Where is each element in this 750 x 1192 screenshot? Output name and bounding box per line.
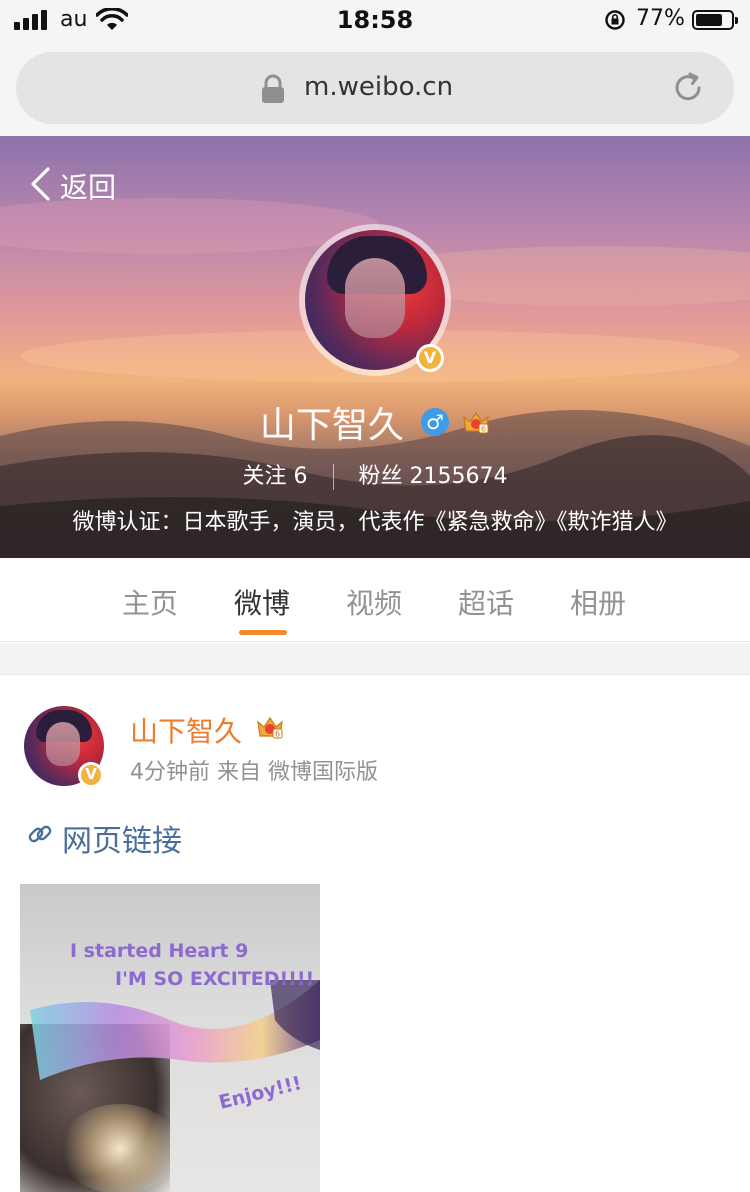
verification-text: 微博认证：日本歌手，演员，代表作《紧急救命》《欺诈猎人》 [72, 510, 678, 535]
post-author-name[interactable]: 山下智久 [130, 710, 242, 750]
image-caption-line: I'M SO EXCITED!!!! [115, 968, 315, 990]
tab-home[interactable]: 主页 [122, 582, 178, 622]
section-divider [0, 643, 750, 675]
weibo-post: V 山下智久 6 4分钟前 来自 微博国际版 网页链接 I started He… [0, 676, 750, 1192]
post-meta: 4分钟前 来自 微博国际版 [130, 760, 378, 785]
reload-icon[interactable] [668, 68, 708, 108]
svg-text:6: 6 [275, 730, 280, 739]
crown-icon: 6 [463, 411, 489, 434]
post-image[interactable]: I started Heart 9 I'M SO EXCITED!!!! Enj… [20, 884, 320, 1192]
tab-supertopic[interactable]: 超话 [458, 582, 514, 622]
link-icon [28, 825, 52, 843]
svg-text:6: 6 [481, 425, 486, 434]
profile-name-row: 山下智久 ♂ 6 [0, 396, 750, 448]
tab-weibo[interactable]: 微博 [234, 582, 290, 622]
back-chevron-icon [31, 167, 50, 201]
back-label: 返回 [60, 171, 117, 204]
photo-glow [60, 1104, 180, 1192]
battery-percent: 77% [636, 6, 685, 31]
profile-name: 山下智久 [259, 405, 404, 446]
profile-stats: 关注 6 粉丝 2155674 [0, 458, 750, 490]
battery-icon [692, 10, 738, 30]
web-link-text: 网页链接 [62, 824, 182, 859]
followers-count[interactable]: 粉丝 2155674 [359, 464, 508, 489]
profile-tabs: 主页 微博 视频 超话 相册 [0, 558, 750, 642]
image-caption-line: I started Heart 9 [70, 940, 249, 962]
active-tab-indicator [239, 630, 287, 635]
crown-icon: 6 [257, 716, 283, 739]
tab-album[interactable]: 相册 [570, 582, 626, 622]
following-count[interactable]: 关注 6 [243, 464, 308, 489]
stats-divider [332, 464, 334, 490]
status-bar: au 18:58 77% [0, 0, 750, 40]
url-text: m.weibo.cn [304, 72, 454, 102]
verified-icon: V [78, 762, 104, 788]
padlock-icon [262, 74, 284, 103]
tab-video[interactable]: 视频 [346, 582, 402, 622]
browser-toolbar: m.weibo.cn [0, 40, 750, 136]
male-icon: ♂ [421, 408, 449, 436]
profile-cover: 返回 V 山下智久 ♂ 6 关注 6 粉丝 2155674 微博认证：日本歌手，… [0, 136, 750, 558]
verified-icon: V [416, 344, 444, 372]
rotation-lock-icon [605, 10, 625, 30]
address-bar[interactable]: m.weibo.cn [16, 52, 734, 124]
